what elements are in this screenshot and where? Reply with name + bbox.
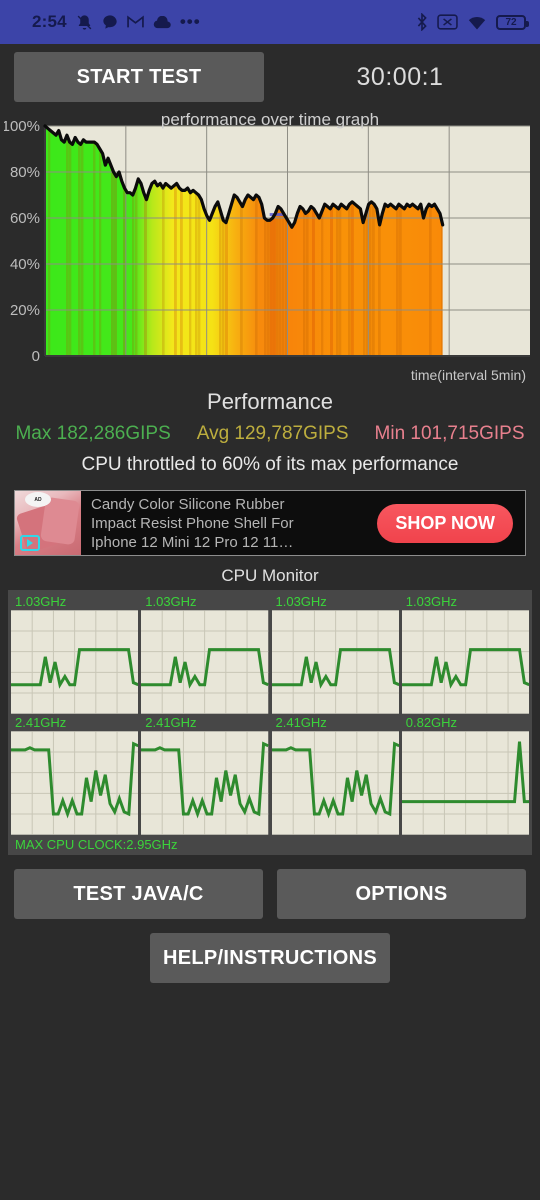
app-root: 2:54 ••• 72 START TEST 30:00:1 performan…	[0, 0, 540, 1200]
cpu-core-frequency: 1.03GHz	[15, 594, 67, 609]
cloud-icon	[153, 15, 171, 28]
cpu-core-cell-1: 1.03GHz	[11, 593, 139, 714]
status-bar-clock: 2:54	[32, 12, 67, 31]
performance-chart: performance over time graph 0 20% 40% 60% 80…	[4, 110, 536, 385]
throttle-message: CPU throttled to 60% of its max performa…	[81, 454, 459, 475]
cpu-core-graph	[271, 731, 399, 835]
svg-text:60%: 60%	[10, 210, 40, 227]
start-test-button[interactable]: START TEST	[14, 52, 264, 102]
ad-choices-badge: AD	[25, 492, 51, 507]
cpu-core-cell-7: 2.41GHz	[271, 714, 399, 835]
status-bar-left: 2:54 •••	[32, 12, 201, 32]
cpu-core-frequency: 1.03GHz	[405, 594, 458, 609]
help-instructions-button[interactable]: HELP/INSTRUCTIONS	[150, 933, 390, 983]
ad-title-line-3: Iphone 12 Mini 12 Pro 12 11…	[91, 533, 294, 551]
cpu-core-cell-2: 1.03GHz	[141, 593, 269, 714]
svg-text:80%: 80%	[10, 164, 40, 181]
cpu-core-graph	[11, 731, 139, 835]
overflow-dots-icon: •••	[179, 12, 201, 31]
test-java-c-button[interactable]: TEST JAVA/C	[14, 869, 263, 919]
performance-heading: Performance	[207, 389, 333, 414]
performance-avg: Avg 129,787GIPS	[196, 423, 349, 444]
cpu-core-graph	[11, 610, 139, 714]
cpu-core-frequency: 2.41GHz	[145, 715, 197, 730]
no-sim-icon	[437, 14, 458, 30]
ad-banner[interactable]: AD Candy Color Silicone Rubber Impact Re…	[14, 490, 526, 556]
battery-icon: 72	[496, 14, 529, 30]
cpu-core-cell-5: 2.41GHz	[11, 714, 139, 835]
ad-title-line-1: Candy Color Silicone Rubber	[91, 495, 285, 513]
chart-title: performance over time graph	[160, 110, 380, 129]
cpu-core-frequency: 1.03GHz	[275, 594, 327, 609]
options-button[interactable]: OPTIONS	[277, 869, 526, 919]
bluetooth-icon	[417, 13, 427, 31]
cpu-monitor-panel: 1.03GHz 1.03GHz 1.03GHz 1.03GHz 2.41GHz 2.41…	[8, 590, 532, 855]
help-button-row: HELP/INSTRUCTIONS	[0, 919, 540, 983]
cpu-core-graph	[141, 731, 269, 835]
cpu-monitor-heading: CPU Monitor	[221, 566, 319, 585]
chat-bubble-icon	[103, 15, 117, 29]
chart-x-axis-label: time(interval 5min)	[410, 367, 526, 383]
ad-thumbnail: AD	[15, 491, 81, 555]
cpu-core-cell-4: 1.03GHz	[401, 593, 529, 714]
cpu-core-frequency: 2.41GHz	[15, 715, 67, 730]
cpu-core-frequency: 0.82GHz	[405, 715, 458, 730]
wifi-icon	[468, 17, 486, 30]
notifications-muted-icon	[77, 14, 92, 30]
cpu-core-frequency: 1.03GHz	[145, 594, 197, 609]
cpu-core-row-1: 1.03GHz 1.03GHz 1.03GHz 1.03GHz	[11, 593, 529, 714]
max-cpu-clock-label: MAX CPU CLOCK:2.95GHz	[15, 837, 178, 852]
cpu-core-graph	[401, 610, 529, 714]
shop-now-button[interactable]: SHOP NOW	[377, 503, 513, 543]
timer-display: 30:00:1	[356, 62, 444, 91]
ad-title-line-2: Impact Resist Phone Shell For	[91, 514, 294, 532]
status-bar-right: 72	[416, 13, 529, 31]
svg-text:0: 0	[32, 348, 40, 365]
svg-text:20%: 20%	[10, 302, 40, 319]
cpu-core-graph	[141, 610, 269, 714]
status-bar: 2:54 ••• 72	[0, 0, 540, 44]
chart-canvas: 020%40%60%80%100%	[4, 118, 530, 365]
ad-text: Candy Color Silicone Rubber Impact Resis…	[81, 495, 377, 552]
cpu-core-cell-6: 2.41GHz	[141, 714, 269, 835]
play-icon	[20, 535, 40, 551]
performance-stats: Max 182,286GIPS Avg 129,787GIPS Min 101,…	[0, 423, 540, 445]
secondary-button-row: TEST JAVA/C OPTIONS	[0, 855, 540, 919]
svg-text:40%: 40%	[10, 256, 40, 273]
performance-max: Max 182,286GIPS	[15, 423, 171, 444]
performance-min: Min 101,715GIPS	[374, 423, 525, 444]
cpu-core-graph	[401, 731, 529, 835]
cpu-core-row-2: 2.41GHz 2.41GHz 2.41GHz 0.82GHz	[11, 714, 529, 835]
cpu-core-cell-8: 0.82GHz	[401, 714, 529, 835]
gmail-icon	[127, 15, 144, 28]
battery-level: 72	[505, 16, 517, 28]
top-toolbar: START TEST 30:00:1	[0, 44, 540, 110]
cpu-core-frequency: 2.41GHz	[275, 715, 327, 730]
cpu-core-graph	[271, 610, 399, 714]
cpu-core-cell-3: 1.03GHz	[271, 593, 399, 714]
